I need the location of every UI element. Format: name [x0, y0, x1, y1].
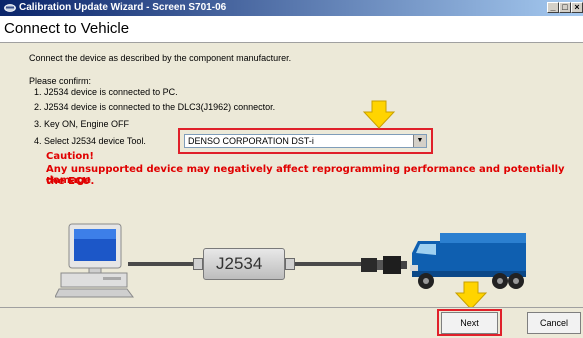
step-1: 1. J2534 device is connected to PC. [34, 87, 178, 97]
caution-title: Caution! [46, 151, 94, 162]
window-title: Calibration Update Wizard - Screen S701-… [19, 2, 227, 13]
usb-connector [193, 258, 203, 270]
device-tool-select[interactable]: DENSO CORPORATION DST-i ▼ [184, 134, 427, 148]
yellow-arrow-icon [454, 281, 488, 310]
title-bar: Calibration Update Wizard - Screen S701-… [0, 0, 583, 16]
caution-text-line1: Any unsupported device may negatively af… [46, 164, 565, 186]
page-title: Connect to Vehicle [4, 20, 130, 37]
chevron-down-icon[interactable]: ▼ [413, 135, 426, 147]
confirm-heading: Please confirm: [29, 76, 92, 86]
step-3: 3. Key ON, Engine OFF [34, 119, 130, 129]
usb-cable [128, 262, 200, 266]
next-button[interactable]: Next [441, 312, 498, 334]
cancel-button[interactable]: Cancel [527, 312, 581, 334]
instruction-text: Connect the device as described by the c… [29, 53, 292, 63]
device-connector [285, 258, 295, 270]
caution-text-line2: the ECU. [46, 176, 95, 187]
j2534-device: J2534 [203, 248, 285, 280]
minimize-button[interactable]: _ [547, 2, 559, 13]
computer-icon [55, 223, 134, 298]
close-button[interactable]: × [571, 2, 583, 13]
car-icon [4, 4, 16, 12]
step-4: 4. Select J2534 device Tool. [34, 136, 146, 146]
page-header: Connect to Vehicle [0, 16, 583, 43]
dlc-cable [295, 262, 363, 266]
step-2: 2. J2534 device is connected to the DLC3… [34, 102, 276, 112]
yellow-arrow-icon [362, 100, 396, 129]
j2534-label: J2534 [216, 254, 263, 273]
dlc-connector-icon [361, 256, 407, 274]
maximize-button[interactable]: □ [559, 2, 571, 13]
device-tool-value: DENSO CORPORATION DST-i [188, 136, 314, 146]
